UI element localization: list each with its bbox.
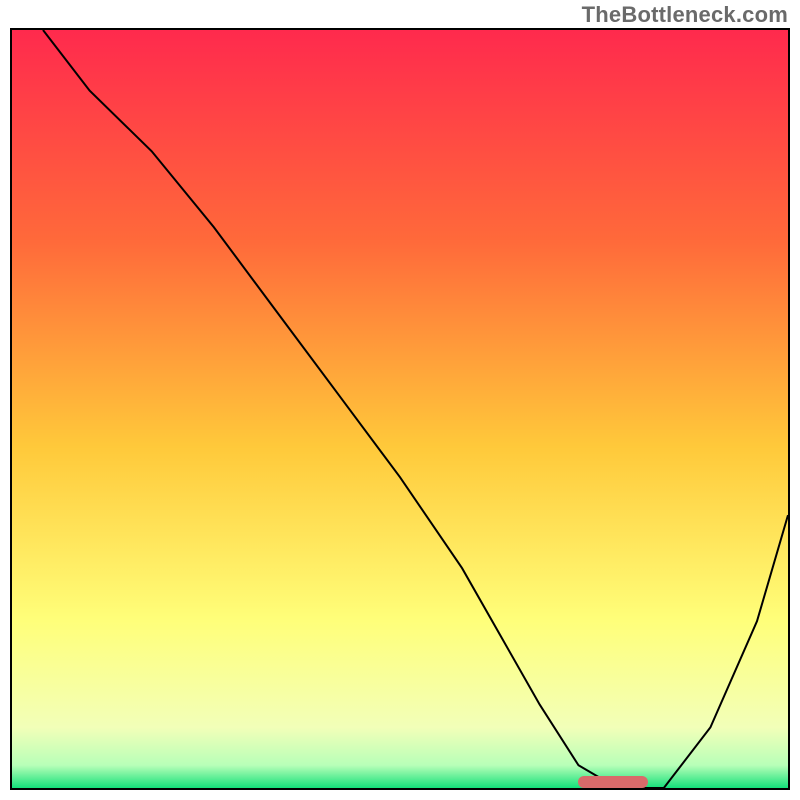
chart-stage: TheBottleneck.com [0,0,800,800]
watermark-text: TheBottleneck.com [582,2,788,28]
chart-frame [10,28,790,790]
optimal-range-marker [578,776,648,788]
bottleneck-curve [12,30,788,788]
